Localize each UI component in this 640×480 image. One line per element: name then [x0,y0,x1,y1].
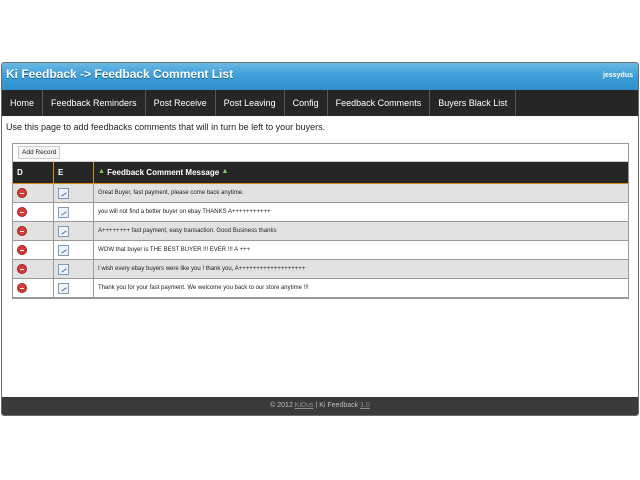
app-window: Ki Feedback -> Feedback Comment List jes… [1,62,639,416]
table-header-row: D E ▲ Feedback Comment Message ▲ [13,162,628,184]
table-row: I wish every ebay buyers were like you !… [13,259,628,279]
comment-message: Thank you for your fast payment. We welc… [93,278,628,298]
username: jessydus [603,72,633,79]
table-row: WOW that buyer is THE BEST BUYER !!! EVE… [13,240,628,260]
table-row: Thank you for your fast payment. We welc… [13,278,628,298]
comment-message: A++++++++ fast payment, easy transaction… [93,221,628,241]
sort-icon[interactable]: ▲ [221,168,228,175]
comments-grid: Add Record D E ▲ Feedback Comment Messag… [12,143,629,299]
edit-icon[interactable] [58,187,69,199]
edit-icon[interactable] [58,282,69,294]
comment-message: I wish every ebay buyers were like you !… [93,259,628,279]
delete-icon[interactable] [17,188,27,198]
table-row: A++++++++ fast payment, easy transaction… [13,221,628,241]
column-header-delete: D [13,162,54,184]
column-header-edit: E [53,162,94,184]
table-row: Great Buyer, fast payment, please come b… [13,183,628,203]
edit-icon[interactable] [58,206,69,218]
sort-icon[interactable]: ▲ [98,168,105,175]
nav-post-receive[interactable]: Post Receive [146,90,216,116]
comment-message: Great Buyer, fast payment, please come b… [93,183,628,203]
table-row: you will not find a better buyer on ebay… [13,202,628,222]
nav-post-leaving[interactable]: Post Leaving [216,90,285,116]
delete-icon[interactable] [17,207,27,217]
edit-icon[interactable] [58,225,69,237]
nav-config[interactable]: Config [285,90,328,116]
comment-message: you will not find a better buyer on ebay… [93,202,628,222]
delete-icon[interactable] [17,245,27,255]
footer-separator: | [315,402,318,409]
main-nav: Home Feedback Reminders Post Receive Pos… [2,90,638,116]
footer-company-link[interactable]: KiDus [295,402,314,409]
footer-version-link[interactable]: 1.0 [360,402,370,409]
column-header-message-label: Feedback Comment Message [107,168,220,177]
nav-home[interactable]: Home [2,90,44,116]
edit-icon[interactable] [58,244,69,256]
column-header-message[interactable]: ▲ Feedback Comment Message ▲ [93,162,628,184]
nav-buyers-black-list[interactable]: Buyers Black List [430,90,517,116]
intro-text: Use this page to add feedbacks comments … [6,122,326,132]
grid-toolbar: Add Record [13,144,628,162]
footer: © 2012 KiDus | Ki Feedback 1.0 [2,397,638,415]
title-bar: Ki Feedback -> Feedback Comment List jes… [2,63,638,90]
comment-message: WOW that buyer is THE BEST BUYER !!! EVE… [93,240,628,260]
footer-product: Ki Feedback [319,402,359,409]
comments-table: D E ▲ Feedback Comment Message ▲ Great B… [13,162,628,298]
delete-icon[interactable] [17,283,27,293]
add-record-button[interactable]: Add Record [18,146,61,159]
delete-icon[interactable] [17,226,27,236]
delete-icon[interactable] [17,264,27,274]
footer-copyright: © 2012 [270,402,293,409]
page-title: Ki Feedback -> Feedback Comment List [6,67,234,81]
nav-feedback-comments[interactable]: Feedback Comments [328,90,431,116]
nav-feedback-reminders[interactable]: Feedback Reminders [43,90,146,116]
edit-icon[interactable] [58,263,69,275]
